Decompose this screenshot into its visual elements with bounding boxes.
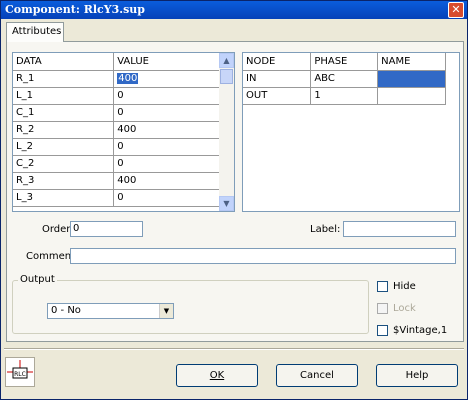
- table-row[interactable]: L_3 0: [13, 189, 220, 207]
- order-label: Order:: [42, 224, 74, 235]
- column-header-node[interactable]: NODE: [243, 53, 312, 71]
- hide-label: Hide: [393, 281, 416, 292]
- table-row[interactable]: L_2 0: [13, 138, 220, 156]
- name-cell[interactable]: [377, 87, 446, 105]
- cancel-button[interactable]: Cancel: [276, 364, 358, 387]
- tab-attributes[interactable]: Attributes: [6, 22, 64, 42]
- ok-button[interactable]: OK: [176, 364, 258, 387]
- column-header-phase[interactable]: PHASE: [310, 53, 379, 71]
- lock-checkbox: [377, 303, 388, 314]
- column-header-data[interactable]: DATA: [13, 53, 115, 71]
- table-row[interactable]: R_2 400: [13, 121, 220, 139]
- table-row[interactable]: R_3 400: [13, 172, 220, 190]
- order-input[interactable]: 0: [70, 221, 143, 237]
- value-cell[interactable]: 400: [113, 172, 220, 190]
- value-cell[interactable]: 0: [113, 189, 220, 207]
- value-cell[interactable]: 400: [113, 121, 220, 139]
- column-header-value[interactable]: VALUE: [113, 53, 220, 71]
- value-cell[interactable]: 0: [113, 155, 220, 173]
- output-group-label: Output: [18, 274, 57, 285]
- lock-label: Lock: [393, 303, 416, 314]
- comment-input[interactable]: [70, 248, 456, 264]
- scroll-thumb[interactable]: [220, 69, 233, 84]
- scroll-up-button[interactable]: ▲: [219, 53, 234, 68]
- node-grid[interactable]: NODE PHASE NAME IN ABC OUT 1: [242, 52, 460, 212]
- table-row[interactable]: OUT 1: [243, 87, 446, 105]
- value-cell[interactable]: 0: [113, 104, 220, 122]
- column-header-name[interactable]: NAME: [377, 53, 446, 71]
- separator: [4, 348, 464, 350]
- title-bar: Component: RlcY3.sup ✕: [1, 1, 467, 19]
- table-row[interactable]: L_1 0: [13, 87, 220, 105]
- output-select[interactable]: 0 - No ▼: [47, 303, 174, 319]
- table-row[interactable]: IN ABC: [243, 70, 446, 88]
- table-row[interactable]: C_2 0: [13, 155, 220, 173]
- close-button[interactable]: ✕: [448, 2, 464, 18]
- value-cell[interactable]: 0: [113, 87, 220, 105]
- hide-checkbox[interactable]: [377, 281, 388, 292]
- vintage-label: $Vintage,1: [393, 325, 448, 336]
- svg-text:RLC: RLC: [14, 371, 26, 378]
- value-cell[interactable]: 400: [113, 70, 220, 88]
- vintage-checkbox[interactable]: [377, 325, 388, 336]
- chevron-down-icon[interactable]: ▼: [159, 304, 173, 318]
- rlc-component-icon: RLC: [5, 357, 35, 387]
- label-input[interactable]: [343, 221, 456, 237]
- scroll-down-button[interactable]: ▼: [219, 196, 234, 211]
- name-cell[interactable]: [377, 70, 446, 88]
- help-button[interactable]: Help: [376, 364, 458, 387]
- label-label: Label:: [310, 224, 341, 235]
- table-row[interactable]: C_1 0: [13, 104, 220, 122]
- data-grid-scrollbar[interactable]: ▲ ▼: [219, 53, 234, 211]
- table-row[interactable]: R_1 400: [13, 70, 220, 88]
- data-value-grid[interactable]: DATA VALUE R_1 400 L_1 0 C_1 0 R_2 400 L_2 0 …: [12, 52, 235, 212]
- value-cell[interactable]: 0: [113, 138, 220, 156]
- dialog-window: Component: RlcY3.sup ✕ Attributes DATA V…: [0, 0, 468, 400]
- attributes-panel: DATA VALUE R_1 400 L_1 0 C_1 0 R_2 400 L_2 0 …: [6, 41, 464, 342]
- window-title: Component: RlcY3.sup: [5, 3, 145, 16]
